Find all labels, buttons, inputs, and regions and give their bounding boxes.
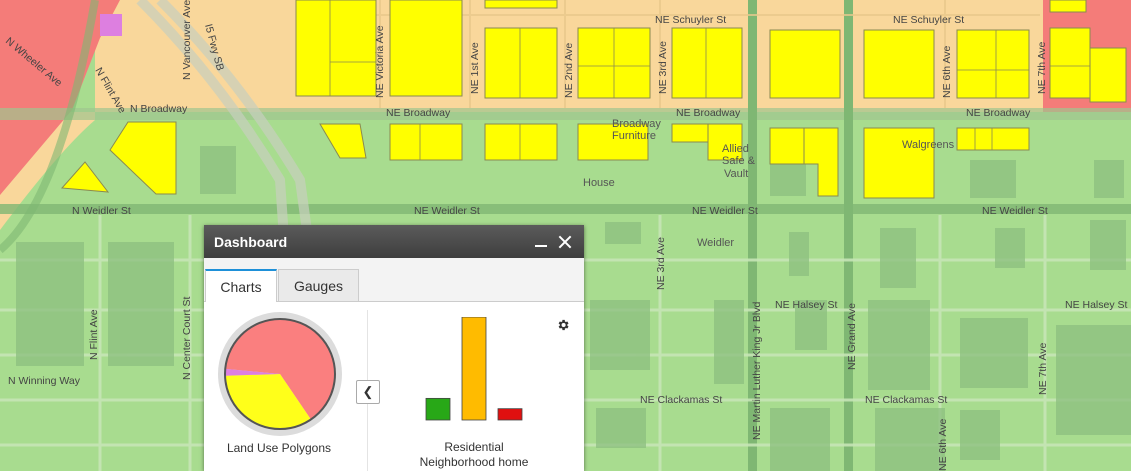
street-label-seventh-n: NE 7th Ave — [1036, 41, 1048, 94]
close-icon[interactable] — [556, 233, 574, 251]
street-label-flint-s: N Flint Ave — [88, 309, 100, 360]
dashboard-title: Dashboard — [214, 233, 288, 250]
pie-chart[interactable] — [218, 312, 342, 436]
bar-chart-label: Residential Neighborhood home — [404, 440, 544, 470]
street-label-center-court: N Center Court St — [181, 296, 193, 380]
street-label-sixth-n: NE 6th Ave — [941, 45, 953, 98]
street-label-broadway-e1: NE Broadway — [386, 107, 451, 119]
pie-chart-label: Land Use Polygons — [226, 441, 332, 455]
street-label-grand: NE Grand Ave — [846, 303, 858, 370]
street-label-broadway-e2: NE Broadway — [676, 107, 741, 119]
street-label-broadway-e3: NE Broadway — [966, 107, 1031, 119]
bar-1[interactable] — [461, 317, 487, 421]
poi-label-weidler: Weidler — [697, 237, 734, 249]
street-label-seventh-s: NE 7th Ave — [1037, 342, 1049, 395]
bar-chart[interactable] — [418, 317, 528, 422]
dashboard-header[interactable]: Dashboard — [204, 225, 584, 258]
poi-label-safe-3: Vault — [724, 168, 748, 180]
poi-label-walgreens: Walgreens — [902, 139, 955, 151]
street-label-weidler-e1: NE Weidler St — [414, 205, 480, 217]
street-label-clackamas-2: NE Clackamas St — [865, 394, 947, 406]
street-label-third-n: NE 3rd Ave — [657, 41, 669, 94]
street-label-winning-way: N Winning Way — [8, 375, 81, 387]
bar-chart-label-line2: Neighborhood home — [419, 455, 529, 469]
street-label-schuyler-2: NE Schuyler St — [893, 14, 964, 26]
street-label-broadway-w: N Broadway — [130, 103, 188, 115]
street-label-third-s: NE 3rd Ave — [655, 237, 667, 290]
poi-label-broadway-2: Furniture — [612, 130, 656, 142]
street-label-halsey-2: NE Halsey St — [1065, 299, 1128, 311]
poi-label-safe-2: Safe & — [722, 155, 756, 167]
street-label-weidler-w: N Weidler St — [72, 205, 131, 217]
street-label-schuyler-1: NE Schuyler St — [655, 14, 726, 26]
bar-chart-label-line1: Residential — [444, 440, 504, 454]
tab-charts[interactable]: Charts — [205, 269, 277, 302]
minimize-icon[interactable] — [532, 233, 550, 251]
bar-2[interactable] — [497, 408, 523, 421]
street-label-weidler-e3: NE Weidler St — [982, 205, 1048, 217]
street-label-clackamas-1: NE Clackamas St — [640, 394, 722, 406]
street-label-first: NE 1st Ave — [469, 42, 481, 94]
tab-gauges[interactable]: Gauges — [278, 269, 359, 301]
street-label-mlk: NE Martin Luther King Jr Blvd — [751, 302, 763, 440]
street-label-vancouver: N Vancouver Ave — [181, 0, 193, 80]
street-label-halsey-1: NE Halsey St — [775, 299, 838, 311]
poi-label-safe-1: Allied — [722, 143, 749, 155]
dashboard-window: Dashboard Charts Gauges Land Use Polygon… — [204, 225, 584, 471]
dashboard-tab-bar: Charts Gauges — [204, 258, 584, 302]
chevron-left-icon[interactable]: ❮ — [356, 380, 380, 404]
street-label-sixth-s: NE 6th Ave — [937, 418, 949, 471]
bar-0[interactable] — [425, 397, 451, 421]
poi-label-house: House — [583, 177, 615, 189]
street-label-victoria: NE Victoria Ave — [374, 25, 386, 98]
gear-icon[interactable] — [556, 318, 570, 332]
street-label-second: NE 2nd Ave — [563, 43, 575, 98]
poi-label-broadway-1: Broadway — [612, 118, 661, 130]
street-label-weidler-e2: NE Weidler St — [692, 205, 758, 217]
charts-panel: Land Use Polygons ❮ Residential Neighbor… — [204, 302, 584, 471]
